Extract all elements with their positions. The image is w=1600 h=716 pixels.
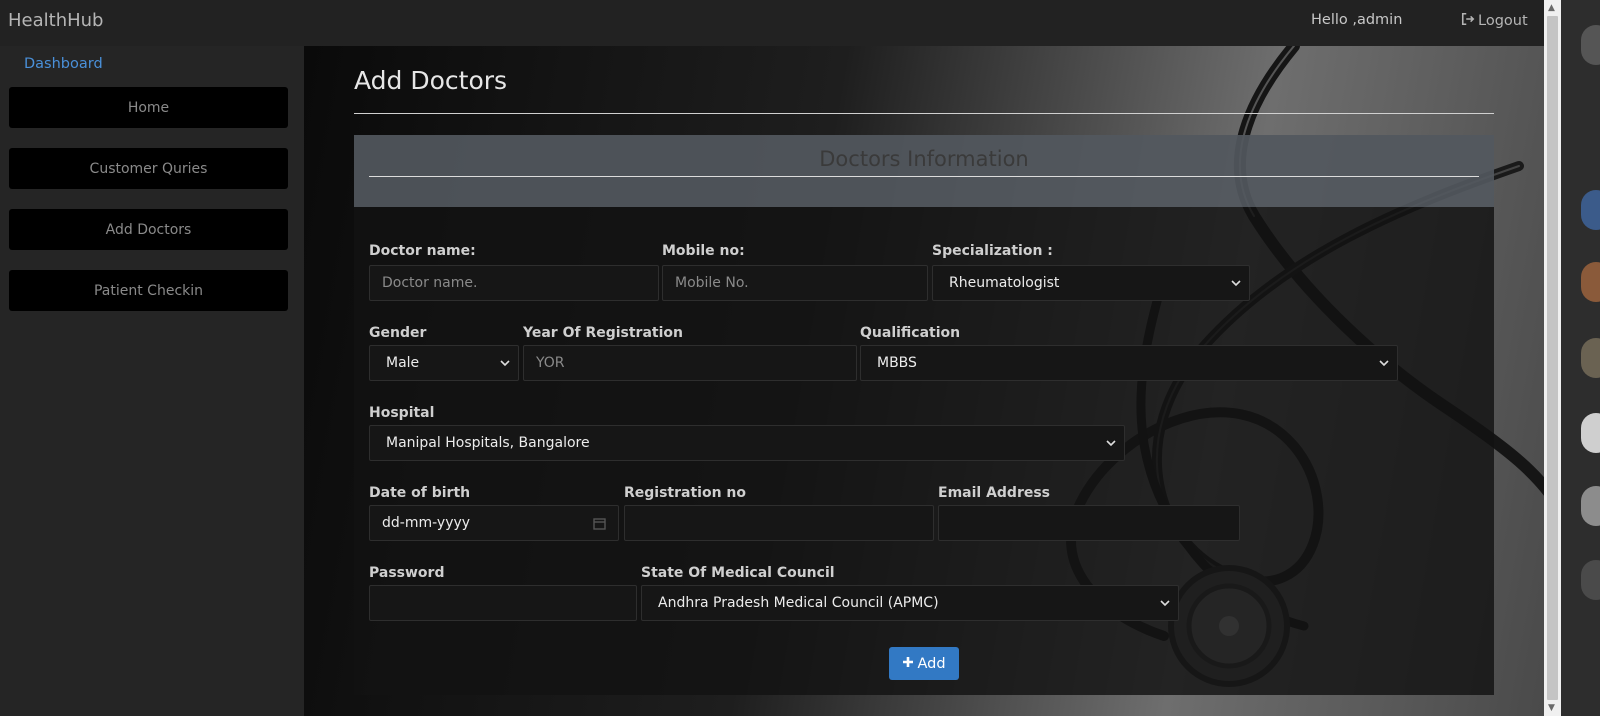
logout-label: Logout: [1478, 13, 1528, 29]
year-of-registration-input[interactable]: YOR: [523, 345, 857, 381]
title-divider: [354, 113, 1494, 114]
main-content: Add Doctors Doctors Information Doctor n…: [304, 46, 1544, 716]
registration-no-input[interactable]: [624, 505, 934, 541]
avatar[interactable]: [1581, 413, 1600, 453]
top-navbar: HealthHub Hello ,admin Logout: [0, 0, 1544, 46]
panel-divider: [369, 176, 1479, 177]
dob-input[interactable]: dd-mm-yyyy: [369, 505, 619, 541]
registration-no-label: Registration no: [624, 485, 747, 501]
scroll-down-arrow-icon[interactable]: ▼: [1548, 703, 1555, 713]
specialization-label: Specialization :: [932, 243, 1053, 259]
specialization-select[interactable]: Rheumatologist: [932, 265, 1250, 301]
plus-icon: [902, 656, 914, 672]
medical-council-value: Andhra Pradesh Medical Council (APMC): [658, 595, 939, 611]
panel-header: Doctors Information: [354, 135, 1494, 207]
add-doctor-button[interactable]: Add: [889, 647, 959, 680]
calendar-icon[interactable]: [593, 517, 606, 530]
email-label: Email Address: [938, 485, 1051, 501]
email-input[interactable]: [938, 505, 1240, 541]
logout-icon: [1461, 12, 1475, 30]
chevron-down-icon: [1379, 360, 1389, 367]
page-scrollbar[interactable]: ▲ ▼: [1544, 0, 1561, 716]
scroll-up-arrow-icon[interactable]: ▲: [1548, 3, 1555, 13]
hospital-select[interactable]: Manipal Hospitals, Bangalore: [369, 425, 1125, 461]
chevron-down-icon: [1231, 280, 1241, 287]
doctor-form-panel: Doctors Information Doctor name: Doctor …: [354, 135, 1494, 695]
specialization-value: Rheumatologist: [949, 275, 1060, 291]
page-title: Add Doctors: [354, 66, 508, 95]
avatar[interactable]: [1581, 190, 1600, 230]
panel-title: Doctors Information: [819, 147, 1029, 171]
avatar[interactable]: [1581, 25, 1600, 65]
chevron-down-icon: [1106, 440, 1116, 447]
dashboard-link[interactable]: Dashboard: [24, 56, 103, 72]
dob-label: Date of birth: [369, 485, 471, 501]
chevron-down-icon: [1160, 600, 1170, 607]
doctor-name-input[interactable]: Doctor name.: [369, 265, 659, 301]
chevron-down-icon: [500, 360, 510, 367]
gender-label: Gender: [369, 325, 427, 341]
sidebar: Dashboard Home Customer Quries Add Docto…: [0, 46, 304, 716]
avatar[interactable]: [1581, 560, 1600, 600]
doctor-name-label: Doctor name:: [369, 243, 476, 259]
add-button-label: Add: [917, 655, 946, 672]
dob-placeholder: dd-mm-yyyy: [382, 515, 471, 531]
year-of-registration-label: Year Of Registration: [523, 325, 683, 341]
medical-council-select[interactable]: Andhra Pradesh Medical Council (APMC): [641, 585, 1179, 621]
right-side-panel: [1561, 0, 1600, 716]
avatar[interactable]: [1581, 262, 1600, 302]
sidebar-item-home[interactable]: Home: [9, 87, 288, 128]
mobile-input[interactable]: Mobile No.: [662, 265, 928, 301]
user-greeting: Hello ,admin: [1311, 12, 1403, 28]
scrollbar-thumb[interactable]: [1547, 16, 1558, 700]
brand-logo[interactable]: HealthHub: [8, 10, 103, 31]
gender-select[interactable]: Male: [369, 345, 519, 381]
hospital-label: Hospital: [369, 405, 435, 421]
password-label: Password: [369, 565, 445, 581]
avatar[interactable]: [1581, 486, 1600, 526]
logout-link[interactable]: Logout: [1461, 12, 1528, 30]
avatar[interactable]: [1581, 338, 1600, 378]
mobile-label: Mobile no:: [662, 243, 745, 259]
medical-council-label: State Of Medical Council: [641, 565, 835, 581]
qualification-label: Qualification: [860, 325, 961, 341]
gender-value: Male: [386, 355, 420, 371]
sidebar-item-customer-queries[interactable]: Customer Quries: [9, 148, 288, 189]
sidebar-item-patient-checkin[interactable]: Patient Checkin: [9, 270, 288, 311]
qualification-value: MBBS: [877, 355, 917, 371]
qualification-select[interactable]: MBBS: [860, 345, 1398, 381]
password-input[interactable]: [369, 585, 637, 621]
sidebar-item-add-doctors[interactable]: Add Doctors: [9, 209, 288, 250]
hospital-value: Manipal Hospitals, Bangalore: [386, 435, 590, 451]
